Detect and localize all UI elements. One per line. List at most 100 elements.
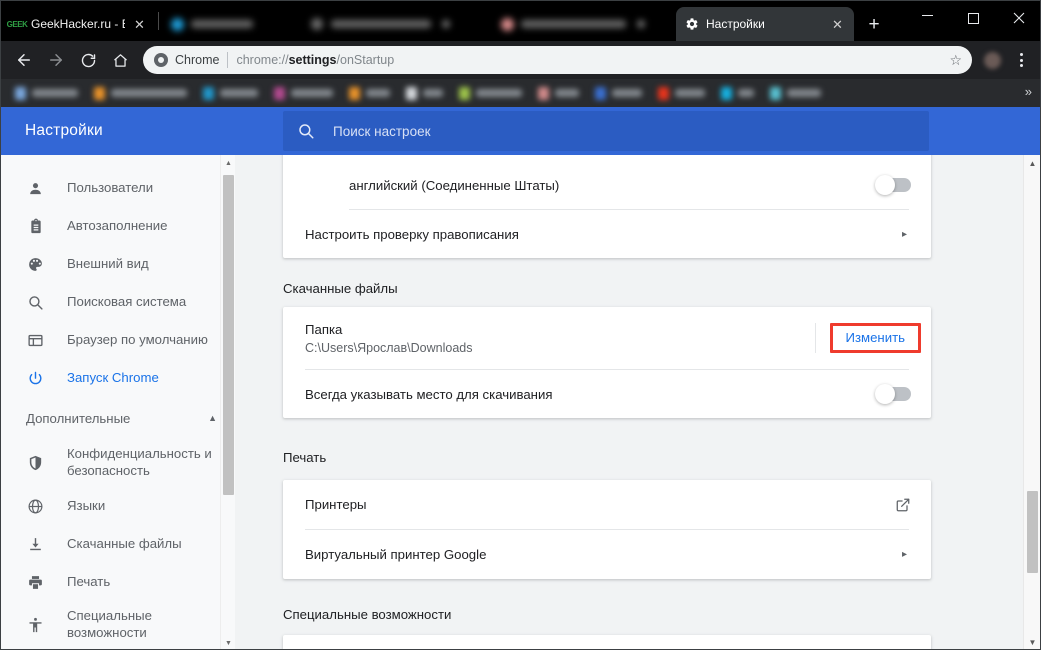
bookmark-item[interactable]	[88, 82, 193, 104]
scroll-up-icon[interactable]: ▲	[221, 155, 235, 171]
security-chip: Chrome	[154, 53, 219, 67]
bookmark-item[interactable]	[453, 82, 528, 104]
row-label: английский (Соединенные Штаты)	[349, 177, 560, 193]
reload-icon[interactable]	[73, 45, 103, 75]
shield-icon	[26, 454, 45, 473]
folder-text-block: Папка C:\Users\Ярослав\Downloads	[305, 322, 472, 355]
url-text: chrome://settings/onStartup	[236, 53, 395, 67]
sidebar-scrollbar[interactable]: ▲ ▼	[220, 155, 235, 649]
sidebar-item-label: Автозаполнение	[67, 217, 168, 233]
home-icon[interactable]	[105, 45, 135, 75]
row-printers[interactable]: Принтеры	[283, 480, 931, 529]
search-input[interactable]: Поиск настроек	[283, 111, 929, 151]
scroll-down-icon[interactable]: ▼	[221, 635, 235, 649]
row-label: Настроить проверку правописания	[305, 226, 519, 242]
chevron-up-icon: ▲	[208, 413, 217, 423]
row-download-folder: Папка C:\Users\Ярослав\Downloads Изменит…	[283, 307, 931, 369]
browser-toolbar: Chrome chrome://settings/onStartup ☆	[1, 41, 1040, 79]
sidebar-item-accessibility[interactable]: Специальные возможности	[1, 601, 235, 649]
bookmark-item[interactable]	[400, 82, 449, 104]
tab-label-blurred	[331, 20, 431, 28]
chevron-right-icon: ▸	[901, 549, 907, 560]
chevron-right-icon: ▸	[901, 228, 907, 240]
bookmark-item[interactable]	[343, 82, 396, 104]
heading-printing: Печать	[283, 450, 327, 465]
sidebar-item-label: Специальные возможности	[67, 608, 152, 640]
bookmark-item[interactable]	[197, 82, 264, 104]
palette-icon	[26, 255, 45, 274]
bookmark-item[interactable]	[9, 82, 84, 104]
bookmark-star-icon[interactable]: ☆	[943, 52, 962, 69]
sidebar-item-users[interactable]: Пользователи	[1, 169, 235, 207]
row-ask-where-to-save[interactable]: Всегда указывать место для скачивания	[283, 370, 931, 418]
row-google-cloud-print[interactable]: Виртуальный принтер Google ▸	[283, 530, 931, 579]
forward-icon[interactable]	[41, 45, 71, 75]
close-icon[interactable]: ✕	[132, 17, 147, 32]
maximize-button[interactable]	[950, 1, 996, 35]
sidebar-item-search-engine[interactable]: Поисковая система	[1, 283, 235, 321]
row-label: Всегда указывать место для скачивания	[305, 386, 553, 402]
back-icon[interactable]	[9, 45, 39, 75]
bookmark-item[interactable]	[764, 82, 827, 104]
sidebar-item-printing[interactable]: Печать	[1, 563, 235, 601]
bookmark-item[interactable]	[652, 82, 711, 104]
chrome-menu-icon[interactable]	[1008, 46, 1034, 74]
sidebar-scrollbar-thumb[interactable]	[223, 175, 234, 495]
person-icon	[26, 179, 45, 198]
sidebar-item-autofill[interactable]: Автозаполнение	[1, 207, 235, 245]
card-downloads: Папка C:\Users\Ярослав\Downloads Изменит…	[283, 307, 931, 418]
close-icon[interactable]	[438, 17, 453, 32]
bookmarks-bar: »	[1, 79, 1040, 107]
chrome-browser-window: GEEK GeekHacker.ru - Exc ✕	[0, 0, 1041, 650]
sidebar-item-label: Языки	[67, 497, 106, 513]
scroll-down-icon[interactable]: ▼	[1024, 634, 1040, 649]
settings-header: Настройки Поиск настроек	[1, 107, 1040, 155]
sidebar-item-label: Браузер по умолчанию	[67, 331, 208, 347]
search-placeholder: Поиск настроек	[333, 123, 431, 139]
blurred-icon	[500, 17, 514, 31]
bookmark-item[interactable]	[589, 82, 648, 104]
printer-icon	[26, 573, 45, 592]
new-tab-button[interactable]: +	[860, 10, 888, 38]
sidebar-item-privacy[interactable]: Конфиденциальность и безопасность	[1, 439, 235, 487]
folder-label: Папка	[305, 321, 343, 337]
change-folder-button[interactable]: Изменить	[829, 323, 921, 353]
sidebar-item-label: Поисковая система	[67, 293, 187, 309]
bookmark-item[interactable]	[268, 82, 339, 104]
close-icon[interactable]	[633, 17, 648, 32]
main-scrollbar-thumb[interactable]	[1027, 491, 1038, 573]
window-controls	[904, 1, 1040, 35]
page-title: Настройки	[25, 122, 103, 139]
tab-blurred-1[interactable]	[161, 7, 301, 41]
tab-blurred-3[interactable]	[491, 7, 676, 41]
row-spellcheck-settings[interactable]: Настроить проверку правописания ▸	[283, 210, 931, 258]
profile-avatar[interactable]	[978, 46, 1006, 74]
sidebar-group-advanced[interactable]: Дополнительные ▲	[1, 397, 235, 439]
tab-geekhacker[interactable]: GEEK GeekHacker.ru - Exc ✕	[1, 7, 156, 41]
tab-settings[interactable]: Настройки ✕	[676, 7, 854, 41]
sidebar-item-default-browser[interactable]: Браузер по умолчанию	[1, 321, 235, 359]
row-english-language[interactable]: английский (Соединенные Штаты)	[283, 161, 931, 209]
tab-label-blurred	[191, 20, 253, 28]
main-scrollbar[interactable]: ▲ ▼	[1023, 155, 1040, 649]
download-icon	[26, 535, 45, 554]
scroll-up-icon[interactable]: ▲	[1024, 155, 1040, 172]
sidebar-item-label: Скачанные файлы	[67, 535, 182, 551]
sidebar-item-downloads[interactable]: Скачанные файлы	[1, 525, 235, 563]
bookmark-item[interactable]	[715, 82, 760, 104]
bookmarks-overflow-icon[interactable]: »	[1025, 85, 1032, 98]
sidebar-item-appearance[interactable]: Внешний вид	[1, 245, 235, 283]
bookmark-item[interactable]	[532, 82, 585, 104]
tab-blurred-2[interactable]	[301, 7, 491, 41]
blurred-icon	[310, 17, 324, 31]
toggle-english-language[interactable]	[875, 175, 911, 195]
sidebar-item-languages[interactable]: Языки	[1, 487, 235, 525]
close-window-button[interactable]	[996, 1, 1040, 35]
chrome-icon	[154, 53, 168, 67]
power-icon	[26, 369, 45, 388]
toggle-ask-where-to-save[interactable]	[875, 384, 911, 404]
close-icon[interactable]: ✕	[830, 17, 845, 32]
minimize-button[interactable]	[904, 1, 950, 35]
address-bar[interactable]: Chrome chrome://settings/onStartup ☆	[143, 46, 972, 74]
sidebar-item-chrome-startup[interactable]: Запуск Chrome	[1, 359, 235, 397]
